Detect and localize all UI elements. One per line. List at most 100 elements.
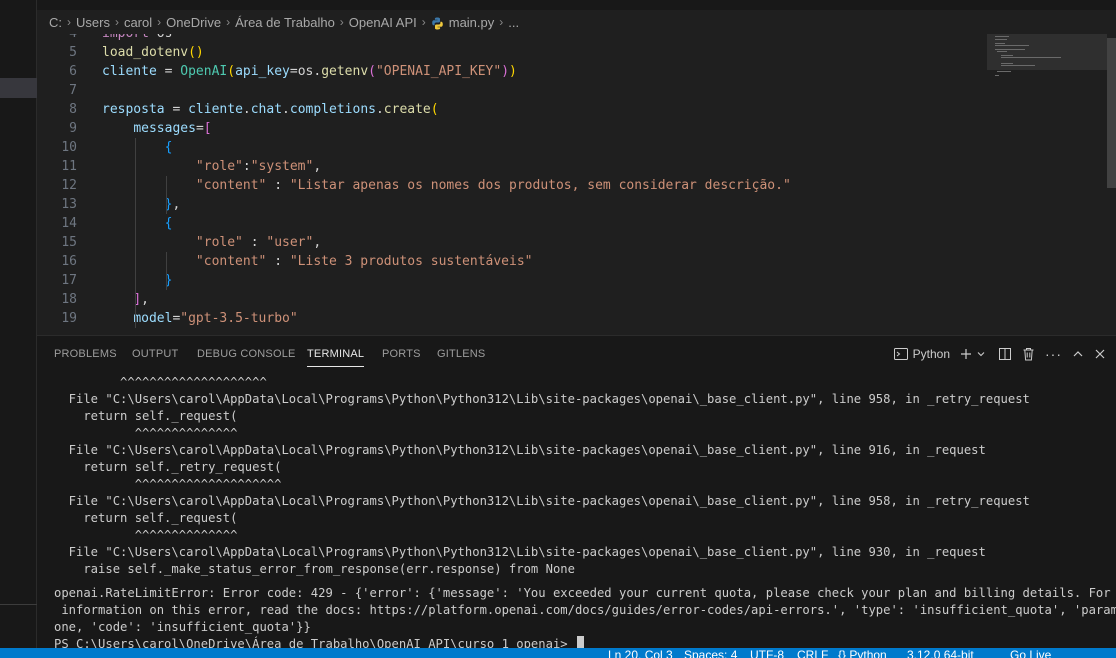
terminal-name: Python <box>912 347 950 361</box>
python-file-icon <box>431 17 444 30</box>
chevron-right-icon: › <box>114 15 119 29</box>
line-number: 6 <box>69 64 77 79</box>
status-encoding[interactable]: UTF-8 <box>750 648 784 658</box>
code-line[interactable]: 11 "role":"system", <box>37 157 987 176</box>
status-go-live[interactable]: Go Live <box>1010 648 1051 658</box>
editor-scrollbar[interactable] <box>1107 34 1116 334</box>
tab-problems[interactable]: PROBLEMS <box>54 348 117 360</box>
activity-sidebar <box>0 0 37 648</box>
split-icon <box>999 348 1011 360</box>
minimap-line <box>1001 65 1035 66</box>
tab-ports[interactable]: PORTS <box>382 348 421 360</box>
terminal-output[interactable]: ^^^^^^^^^^^^^^^^^^^^ File "C:\Users\caro… <box>54 374 1116 651</box>
status-indentation[interactable]: Spaces: 4 <box>684 648 737 658</box>
code-line[interactable]: 6 cliente = OpenAI(api_key=os.getenv("OPE… <box>37 62 987 81</box>
tab-terminal[interactable]: TERMINAL <box>307 348 365 367</box>
ellipsis-icon: ··· <box>1045 346 1062 362</box>
terminal-line: File "C:\Users\carol\AppData\Local\Progr… <box>54 545 986 559</box>
terminal-line: ^^^^^^^^^^^^^^^^^^^^ <box>54 477 282 491</box>
line-number: 4 <box>37 34 77 43</box>
minimap-line <box>995 75 999 76</box>
terminal-line: File "C:\Users\carol\AppData\Local\Progr… <box>54 392 1030 406</box>
code-line[interactable]: 9 messages=[ <box>37 119 987 138</box>
terminal-profile[interactable]: Python <box>893 344 950 364</box>
code-text: ], <box>133 292 149 307</box>
tab-gitlens[interactable]: GITLENS <box>437 348 485 360</box>
chevron-right-icon: › <box>421 15 426 29</box>
code-line[interactable]: 5 load_dotenv() <box>37 43 987 62</box>
sidebar-selected-item[interactable] <box>0 78 37 98</box>
status-eol[interactable]: CRLF <box>797 648 828 658</box>
line-number: 16 <box>61 254 77 269</box>
code-line[interactable]: 19 model="gpt-3.5-turbo" <box>37 309 987 328</box>
minimap-line <box>997 71 1011 72</box>
minimap-line <box>995 49 1025 50</box>
line-number: 11 <box>61 159 77 174</box>
kill-terminal-button[interactable] <box>1022 344 1035 364</box>
breadcrumb-item-carol[interactable]: carol <box>124 15 152 30</box>
chevron-right-icon: › <box>226 15 231 29</box>
line-number: 10 <box>61 140 77 155</box>
line-number: 17 <box>61 273 77 288</box>
indent-guide <box>135 138 136 328</box>
indent-guide <box>166 252 167 290</box>
split-terminal-button[interactable] <box>998 344 1012 364</box>
new-terminal-button[interactable] <box>960 344 972 364</box>
sidebar-divider <box>0 604 37 605</box>
status-language[interactable]: {} Python <box>838 648 887 658</box>
more-actions-button[interactable]: ··· <box>1045 344 1062 364</box>
terminal-line: File "C:\Users\carol\AppData\Local\Progr… <box>54 494 1030 508</box>
breadcrumb-item-ellipsis[interactable]: ... <box>508 15 519 30</box>
chevron-right-icon: › <box>339 15 344 29</box>
code-text: }, <box>164 197 181 212</box>
minimap-line <box>995 36 1009 37</box>
minimap-line <box>995 45 1029 46</box>
breadcrumb-item-drive[interactable]: C: <box>49 15 62 30</box>
tab-output[interactable]: OUTPUT <box>132 348 178 360</box>
status-interpreter[interactable]: 3.12.0 64-bit <box>907 648 974 658</box>
chevron-right-icon: › <box>157 15 162 29</box>
breadcrumb-item-area-de-trabalho[interactable]: Área de Trabalho <box>235 15 335 30</box>
breadcrumb-item-openai-api[interactable]: OpenAI API <box>349 15 417 30</box>
breadcrumb-item-onedrive[interactable]: OneDrive <box>166 15 221 30</box>
code-line[interactable]: 17 } <box>37 271 987 290</box>
code-line[interactable]: 18 ], <box>37 290 987 309</box>
code-line[interactable]: 12 "content" : "Listar apenas os nomes d… <box>37 176 987 195</box>
code-line[interactable]: 15 "role" : "user", <box>37 233 987 252</box>
terminal-line: raise self._make_status_error_from_respo… <box>54 562 575 576</box>
close-icon <box>1095 349 1105 359</box>
minimap-line <box>1001 55 1013 56</box>
breadcrumb-item-file[interactable]: main.py <box>449 15 495 30</box>
code-line[interactable]: 10 { <box>37 138 987 157</box>
line-number: 13 <box>61 197 77 212</box>
code-line[interactable]: 4 import os <box>37 34 987 43</box>
chevron-right-icon: › <box>67 15 71 29</box>
line-number: 9 <box>69 121 77 136</box>
code-line[interactable]: 13 }, <box>37 195 987 214</box>
status-cursor-position[interactable]: Ln 20, Col 3 <box>608 648 673 658</box>
code-text: import os <box>102 34 172 43</box>
code-line[interactable]: 7 <box>37 81 987 100</box>
breadcrumb-item-users[interactable]: Users <box>76 15 110 30</box>
minimap[interactable] <box>987 34 1107 334</box>
line-number: 19 <box>61 311 77 326</box>
terminal-line: ^^^^^^^^^^^^^^^^^^^^ <box>54 375 267 389</box>
close-panel-button[interactable] <box>1094 344 1106 364</box>
code-editor[interactable]: 4 import os 5 load_dotenv() 6 cliente = OpenA… <box>37 34 987 334</box>
bottom-panel: PROBLEMS OUTPUT DEBUG CONSOLE TERMINAL P… <box>37 335 1116 651</box>
line-number: 5 <box>69 45 77 60</box>
code-line[interactable]: 14 { <box>37 214 987 233</box>
code-line[interactable]: 16 "content" : "Liste 3 produtos sustent… <box>37 252 987 271</box>
code-line[interactable]: 8 resposta = cliente.chat.completions.cre… <box>37 100 987 119</box>
maximize-panel-button[interactable] <box>1072 344 1084 364</box>
scrollbar-thumb[interactable] <box>1107 38 1116 188</box>
chevron-right-icon: › <box>499 15 504 29</box>
line-number: 12 <box>61 178 77 193</box>
code-text: messages=[ <box>133 121 212 136</box>
line-number: 15 <box>61 235 77 250</box>
chevron-down-icon[interactable] <box>976 344 986 364</box>
terminal-line: File "C:\Users\carol\AppData\Local\Progr… <box>54 443 986 457</box>
tab-debug-console[interactable]: DEBUG CONSOLE <box>197 348 296 360</box>
code-text: } <box>164 273 173 288</box>
minimap-line <box>1001 57 1061 58</box>
